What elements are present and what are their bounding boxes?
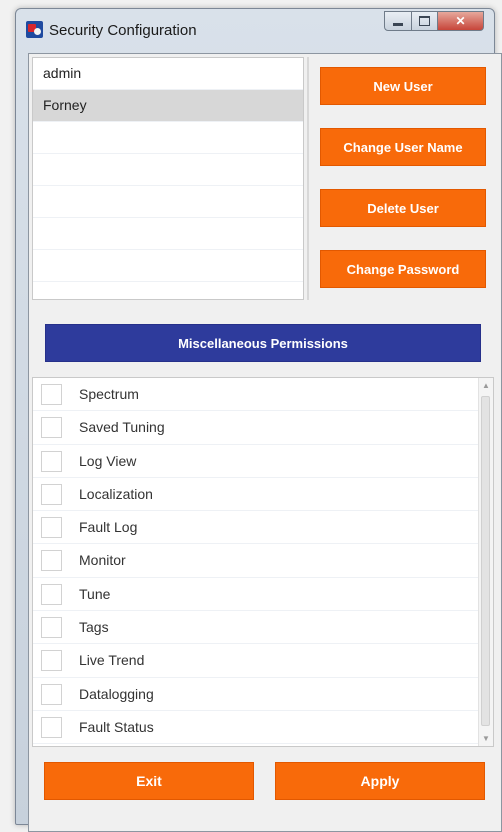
title-bar[interactable]: Security Configuration ✕ (16, 9, 494, 49)
permission-row: Tune (33, 578, 493, 612)
permissions-scrollbar[interactable]: ▲ ▼ (478, 378, 493, 746)
permission-row: Spectrum (33, 378, 493, 412)
permission-checkbox[interactable] (41, 617, 62, 639)
permission-label: Log View (79, 452, 137, 469)
permission-checkbox[interactable] (41, 450, 62, 472)
permission-checkbox[interactable] (41, 517, 62, 539)
security-shield-icon (26, 21, 43, 38)
minimize-button[interactable] (384, 11, 412, 31)
security-configuration-window: Security Configuration ✕ admin Forney Ne… (15, 8, 502, 832)
permission-row: Tags (33, 611, 493, 645)
permission-checkbox[interactable] (41, 683, 62, 705)
window-client-area: admin Forney New User Change User Name D… (28, 53, 502, 832)
permission-checkbox[interactable] (41, 384, 62, 405)
permission-checkbox[interactable] (41, 483, 62, 505)
permission-row: Live Trend (33, 644, 493, 678)
permission-checkbox[interactable] (41, 583, 62, 605)
user-list-item[interactable] (33, 154, 303, 186)
permission-label: Monitor (79, 552, 126, 569)
permission-label: Fault Log (79, 519, 138, 536)
permission-checkbox[interactable] (41, 716, 62, 738)
permission-label: Tune (79, 585, 111, 602)
permission-checkbox[interactable] (41, 650, 62, 672)
minimize-icon (393, 23, 403, 26)
caption-buttons: ✕ (384, 11, 484, 33)
permission-row: Localization (33, 478, 493, 512)
change-user-name-button[interactable]: Change User Name (320, 128, 486, 166)
user-list-item[interactable] (33, 250, 303, 282)
permission-label: Fault Status (79, 718, 154, 735)
permission-label: Saved Tuning (79, 419, 165, 436)
miscellaneous-permissions-button[interactable]: Miscellaneous Permissions (45, 324, 481, 362)
apply-button[interactable]: Apply (275, 762, 485, 800)
permission-row: Monitor (33, 544, 493, 578)
permission-row: Saved Tuning (33, 411, 493, 445)
user-list-item[interactable] (33, 218, 303, 250)
change-password-button[interactable]: Change Password (320, 250, 486, 288)
new-user-button[interactable]: New User (320, 67, 486, 105)
permissions-list: Spectrum Saved Tuning Log View Localizat… (32, 377, 494, 747)
user-list-item[interactable]: admin (33, 58, 303, 90)
scroll-down-arrow-icon[interactable]: ▼ (479, 731, 493, 746)
permission-checkbox[interactable] (41, 550, 62, 572)
exit-button[interactable]: Exit (44, 762, 254, 800)
permission-checkbox[interactable] (41, 417, 62, 439)
scroll-up-arrow-icon[interactable]: ▲ (479, 378, 493, 393)
window-title: Security Configuration (49, 22, 197, 39)
permission-row: Fault Log (33, 511, 493, 545)
close-icon: ✕ (455, 14, 466, 28)
user-list-item-selected[interactable]: Forney (33, 90, 303, 122)
maximize-button[interactable] (412, 11, 438, 31)
permission-label: Localization (79, 485, 153, 502)
permission-label: Datalogging (79, 685, 154, 702)
permission-row: Fault Status (33, 711, 493, 745)
permission-label: Live Trend (79, 652, 145, 669)
user-list[interactable]: admin Forney (32, 57, 304, 300)
user-list-item[interactable] (33, 186, 303, 218)
scrollbar-thumb[interactable] (481, 396, 490, 726)
maximize-icon (419, 16, 430, 26)
close-button[interactable]: ✕ (438, 11, 484, 31)
permission-label: Tags (79, 619, 109, 636)
delete-user-button[interactable]: Delete User (320, 189, 486, 227)
vertical-divider (307, 57, 309, 300)
permission-row: Log View (33, 445, 493, 478)
user-list-item[interactable] (33, 122, 303, 154)
permission-label: Spectrum (79, 386, 139, 402)
permission-row: Datalogging (33, 678, 493, 711)
